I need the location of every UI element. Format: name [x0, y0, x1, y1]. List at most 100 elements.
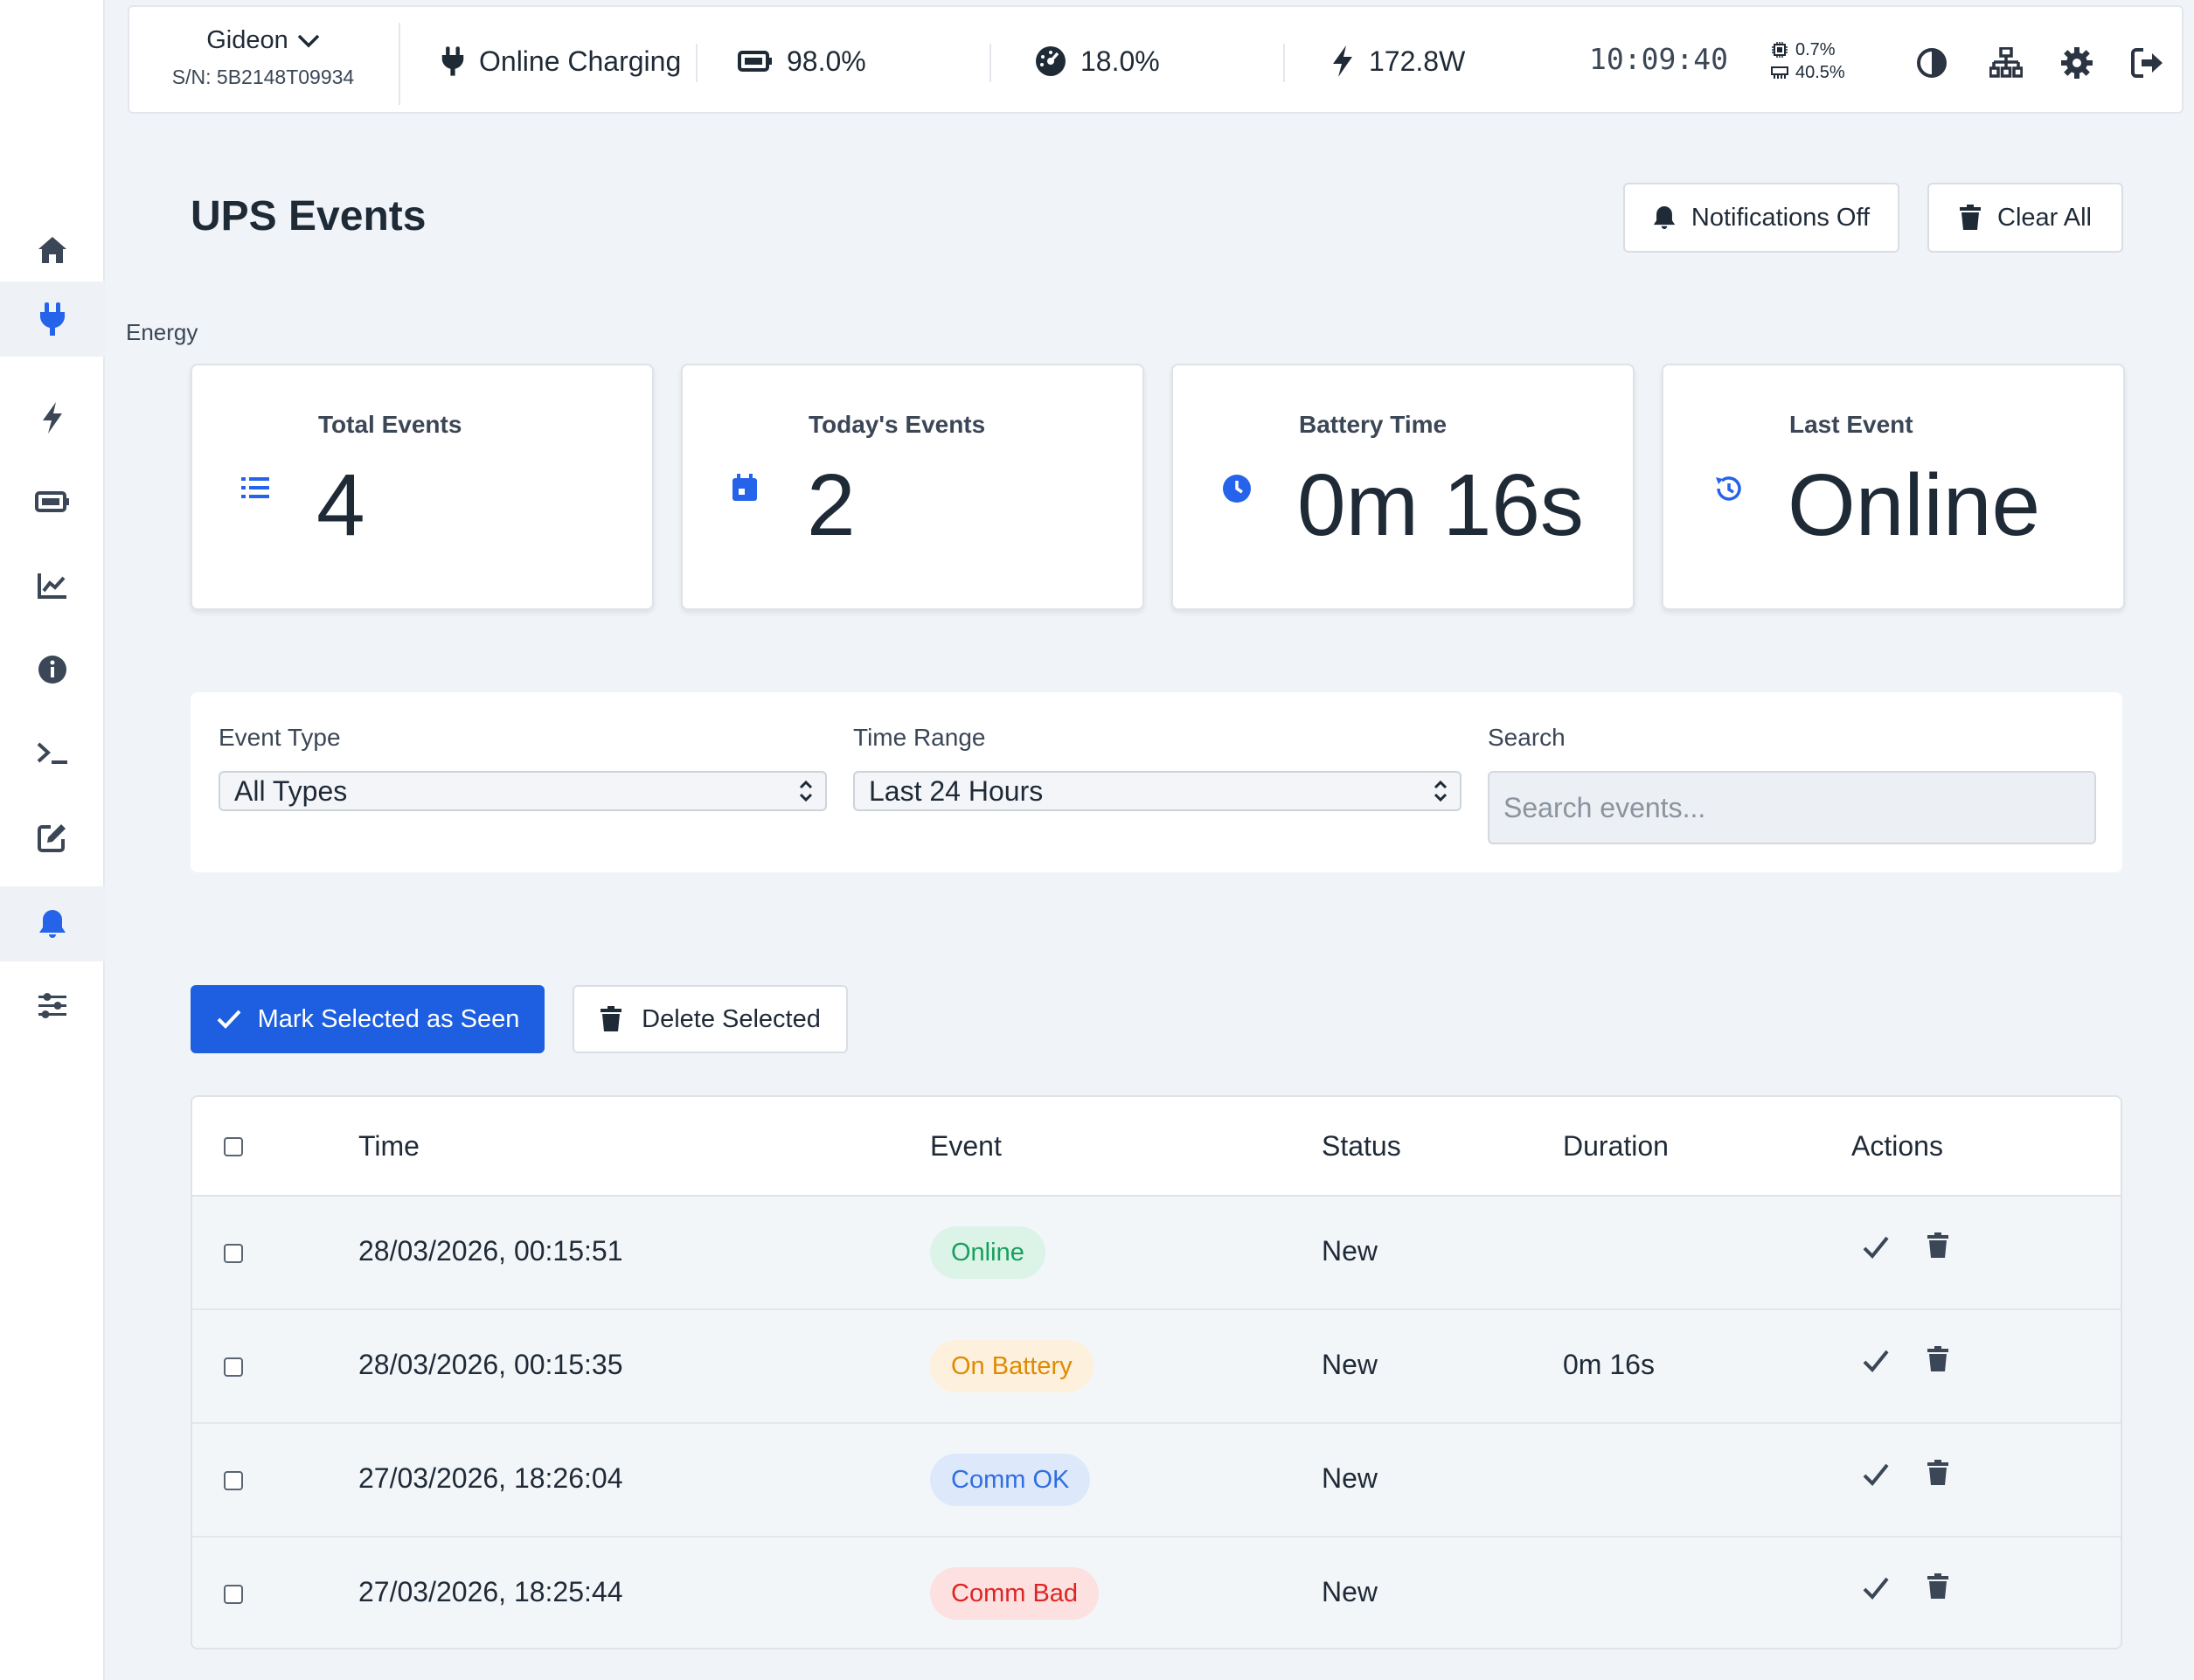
page-title: UPS Events [191, 193, 427, 240]
stat-value: 0m 16s [1297, 456, 1584, 554]
sidebar-item-charts[interactable] [0, 548, 105, 623]
trash-icon[interactable] [1927, 1572, 1949, 1600]
sidebar-item-power[interactable] [0, 380, 105, 455]
gear-icon[interactable] [2061, 47, 2093, 79]
event-status: New [1322, 1349, 1378, 1380]
sidebar-item-terminal[interactable] [0, 716, 105, 791]
sidebar-item-events[interactable] [0, 886, 105, 961]
power-output-text: 172.8W [1369, 45, 1466, 77]
event-time: 27/03/2026, 18:25:44 [358, 1576, 623, 1607]
row-checkbox[interactable] [224, 1244, 243, 1263]
list-icon [241, 476, 269, 500]
info-icon [38, 655, 67, 684]
sidebar [0, 0, 105, 1680]
network-icon[interactable] [1989, 47, 2023, 79]
sidebar-item-home[interactable] [0, 212, 105, 288]
row-checkbox[interactable] [224, 1585, 243, 1604]
mark-selected-seen-button[interactable]: Mark Selected as Seen [191, 985, 545, 1053]
event-time: 27/03/2026, 18:26:04 [358, 1462, 623, 1494]
sidebar-item-settings[interactable] [0, 968, 105, 1044]
clear-all-button[interactable]: Clear All [1927, 183, 2123, 253]
divider [399, 23, 400, 105]
event-badge-comm-bad: Comm Bad [930, 1567, 1100, 1620]
sidebar-item-battery[interactable] [0, 464, 105, 539]
trash-icon[interactable] [1927, 1232, 1949, 1260]
event-type-select[interactable]: All Types [219, 771, 827, 811]
select-all-checkbox[interactable] [224, 1137, 243, 1156]
chevron-down-icon [297, 34, 320, 48]
stat-value: Online [1788, 456, 2041, 554]
ups-status-text: Online Charging [479, 45, 682, 77]
divider [696, 44, 698, 82]
cpu-icon [1771, 41, 1788, 59]
cpu-usage: 0.7% [1795, 40, 1836, 59]
event-badge-comm-ok: Comm OK [930, 1454, 1091, 1506]
logout-icon[interactable] [2131, 47, 2164, 79]
sidebar-item-info[interactable] [0, 632, 105, 707]
trash-icon[interactable] [1927, 1345, 1949, 1373]
notifications-toggle-button[interactable]: Notifications Off [1623, 183, 1899, 253]
trash-icon[interactable] [1927, 1459, 1949, 1487]
mark-seen-icon[interactable] [1862, 1235, 1890, 1260]
divider [1283, 44, 1285, 82]
table-header: Time Event Status Duration Actions [192, 1097, 2121, 1197]
divider [989, 44, 991, 82]
mark-selected-seen-label: Mark Selected as Seen [257, 1004, 520, 1033]
select-arrows-icon [797, 778, 815, 804]
stat-value: 4 [316, 456, 365, 554]
stat-label: Total Events [318, 411, 462, 438]
battery-level: 98.0% [738, 7, 866, 115]
stat-card-battery-time: Battery Time 0m 16s [1171, 364, 1635, 610]
select-arrows-icon [1432, 778, 1449, 804]
time-range-value: Last 24 Hours [869, 774, 1044, 807]
event-badge-online: Online [930, 1226, 1045, 1279]
search-input[interactable] [1488, 771, 2096, 844]
power-output: 172.8W [1330, 7, 1465, 115]
clock-icon [1222, 474, 1252, 503]
memory-icon [1771, 65, 1788, 80]
trash-icon [600, 1006, 622, 1032]
trash-icon [1959, 205, 1982, 231]
sidebar-item-energy[interactable] [0, 281, 105, 357]
theme-toggle-icon[interactable] [1916, 47, 1948, 79]
battery-icon [738, 50, 773, 73]
time-range-select[interactable]: Last 24 Hours [853, 771, 1462, 811]
stat-card-last-event: Last Event Online [1662, 364, 2125, 610]
delete-selected-label: Delete Selected [642, 1004, 821, 1033]
load-level: 18.0% [1035, 7, 1160, 115]
chart-line-icon [37, 572, 68, 600]
event-time: 28/03/2026, 00:15:51 [358, 1235, 623, 1267]
status-bar: Gideon S/N: 5B2148T09934 Online Charging… [128, 5, 2184, 114]
history-icon [1712, 474, 1744, 503]
stat-card-total: Total Events 4 [191, 364, 654, 610]
device-name: Gideon [206, 26, 288, 54]
device-selector[interactable]: Gideon S/N: 5B2148T09934 [163, 26, 364, 89]
row-checkbox[interactable] [224, 1471, 243, 1490]
memory-usage: 40.5% [1795, 63, 1845, 82]
plug-icon [441, 45, 465, 77]
column-header-event[interactable]: Event [930, 1130, 1002, 1163]
event-time: 28/03/2026, 00:15:35 [358, 1349, 623, 1380]
delete-selected-button[interactable]: Delete Selected [573, 985, 848, 1053]
stat-card-today: Today's Events 2 [681, 364, 1144, 610]
column-header-time[interactable]: Time [358, 1130, 420, 1163]
bolt-icon [40, 401, 65, 434]
column-header-duration[interactable]: Duration [1563, 1130, 1669, 1163]
mark-seen-icon[interactable] [1862, 1576, 1890, 1600]
filter-panel: Event Type All Types Time Range Last 24 … [191, 692, 2122, 872]
device-serial: S/N: 5B2148T09934 [171, 66, 355, 88]
row-checkbox[interactable] [224, 1357, 243, 1377]
ups-status: Online Charging [441, 7, 681, 115]
system-stats: 0.7% 40.5% [1771, 38, 1845, 84]
mark-seen-icon[interactable] [1862, 1349, 1890, 1373]
notifications-toggle-label: Notifications Off [1691, 203, 1871, 232]
battery-icon [35, 490, 70, 513]
check-icon [216, 1009, 242, 1030]
event-status: New [1322, 1576, 1378, 1607]
battery-level-text: 98.0% [787, 45, 866, 77]
column-header-status[interactable]: Status [1322, 1130, 1401, 1163]
sidebar-item-editor[interactable] [0, 800, 105, 875]
mark-seen-icon[interactable] [1862, 1462, 1890, 1487]
column-header-actions: Actions [1851, 1130, 1943, 1162]
sidebar-tooltip: Energy [126, 319, 198, 345]
